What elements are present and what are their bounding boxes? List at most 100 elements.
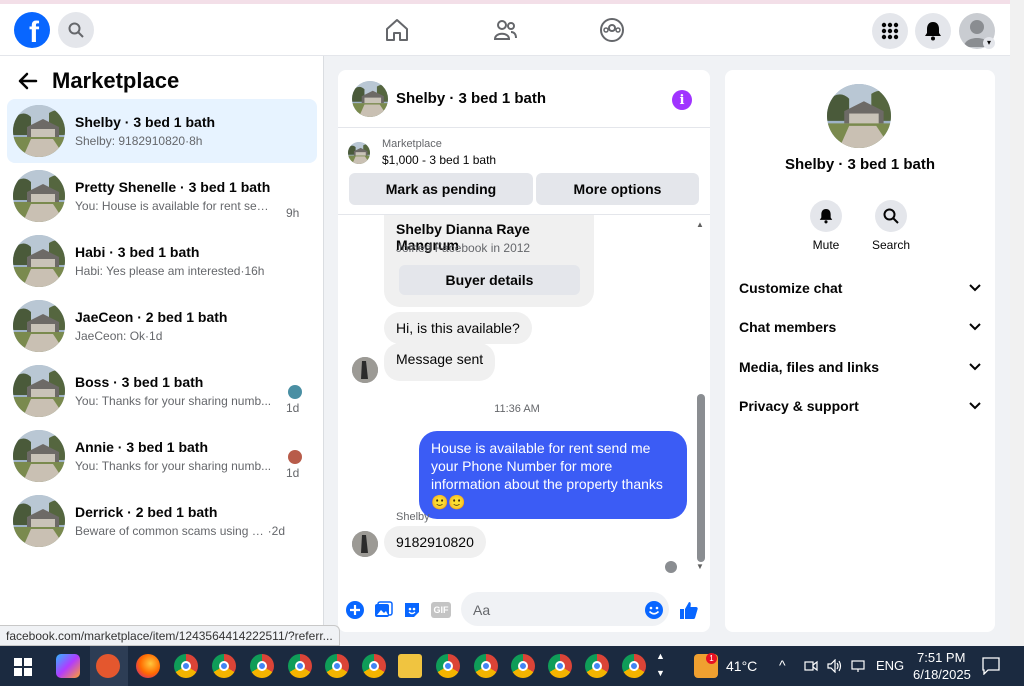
windows-start-icon[interactable] [14, 658, 32, 676]
chat-thumbnail[interactable] [352, 80, 388, 117]
conversation-title: Boss · 3 bed 1 bath [75, 374, 204, 390]
listing-summary[interactable]: Marketplace $1,000 - 3 bed 1 bath [348, 138, 496, 167]
chrome-icon[interactable] [250, 654, 274, 678]
notifications-button[interactable] [915, 13, 951, 49]
marketplace-header: Marketplace [18, 68, 179, 94]
chat-scrollbar[interactable]: ▲ ▼ [695, 220, 707, 571]
conversation-thumbnail [13, 495, 65, 547]
search-button[interactable] [58, 12, 94, 48]
sticker-icon[interactable] [402, 600, 422, 620]
chrome-icon[interactable] [622, 654, 646, 678]
gif-icon[interactable]: GIF [431, 602, 451, 618]
details-section[interactable]: Customize chat [739, 280, 981, 296]
buyer-card: Shelby Dianna Raye Mangrum Joined Facebo… [384, 215, 594, 307]
details-section-label: Media, files and links [739, 359, 880, 375]
mark-as-pending-button[interactable]: Mark as pending [349, 173, 533, 205]
search-conversation-button[interactable]: Search [861, 200, 921, 252]
chat-window: Shelby · 3 bed 1 bath i Marketplace $1,0… [338, 70, 710, 632]
conversation-time: 1d [149, 329, 163, 343]
conversation-item[interactable]: JaeCeon · 2 bed 1 bath JaeCeon: Ok · 1d [7, 294, 317, 358]
meet-now-icon[interactable] [804, 659, 818, 673]
bell-icon [819, 209, 833, 224]
details-section-label: Chat members [739, 319, 837, 335]
details-section-label: Privacy & support [739, 398, 859, 414]
info-icon[interactable]: i [672, 90, 692, 110]
friends-icon[interactable] [492, 17, 518, 43]
show-hidden-icons-icon[interactable]: ^ [779, 657, 786, 673]
temperature[interactable]: 41°C [726, 658, 757, 674]
details-section[interactable]: Chat members [739, 319, 981, 335]
conversation-item[interactable]: Boss · 3 bed 1 bath You: Thanks for your … [7, 359, 317, 423]
listing-photo[interactable] [827, 84, 891, 148]
conversation-time: 2d [271, 524, 285, 538]
sender-avatar[interactable] [352, 531, 378, 557]
chrome-icon[interactable] [436, 654, 460, 678]
windows-taskbar: ▲ ▼ 1 41°C ^ ENG 7:51 PM 6/18/2025 [0, 646, 1024, 686]
conversation-time: 1d [286, 401, 300, 415]
incoming-message: 9182910820 [384, 526, 486, 558]
buyer-details-button[interactable]: Buyer details [399, 265, 580, 295]
chrome-icon[interactable] [325, 654, 349, 678]
chrome-icon[interactable] [362, 654, 386, 678]
chrome-icon[interactable] [288, 654, 312, 678]
conversation-thumbnail [13, 235, 65, 287]
incoming-message: Message sent [384, 343, 496, 381]
conversation-thumbnail [13, 365, 65, 417]
details-section[interactable]: Privacy & support [739, 398, 981, 414]
conversation-item[interactable]: Derrick · 2 bed 1 bath Beware of common s… [7, 489, 317, 553]
clock-date[interactable]: 6/18/2025 [913, 667, 971, 682]
menu-button[interactable] [872, 13, 908, 49]
chrome-icon[interactable] [548, 654, 572, 678]
page-title: Marketplace [52, 68, 180, 93]
emoji-icon[interactable] [644, 600, 664, 620]
network-icon[interactable] [851, 659, 867, 673]
file-explorer-icon[interactable] [398, 654, 422, 678]
conversation-preview: Habi: Yes please am interested [75, 264, 241, 278]
conversation-item[interactable]: Shelby · 3 bed 1 bath Shelby: 9182910820 … [7, 99, 317, 163]
like-icon[interactable] [679, 600, 699, 620]
clock-time[interactable]: 7:51 PM [917, 650, 965, 665]
message-composer: GIF Aa [338, 590, 710, 632]
chevron-down-icon[interactable]: ▾ [983, 37, 995, 49]
scroll-down-icon[interactable]: ▼ [696, 562, 704, 571]
chrome-icon[interactable] [511, 654, 535, 678]
taskbar-overflow-icon[interactable]: ▲ ▼ [656, 648, 665, 682]
search-label: Search [871, 238, 911, 252]
photo-icon[interactable] [373, 600, 393, 620]
page-scrollbar[interactable] [1010, 0, 1024, 646]
incoming-message: Hi, is this available? [384, 312, 532, 344]
chrome-icon[interactable] [212, 654, 236, 678]
copilot-icon[interactable] [56, 654, 80, 678]
chrome-icon[interactable] [585, 654, 609, 678]
bell-icon [925, 22, 941, 41]
mute-label: Mute [812, 238, 840, 252]
chevron-down-icon [969, 323, 981, 331]
conversation-item[interactable]: Habi · 3 bed 1 bath Habi: Yes please am i… [7, 229, 317, 293]
plus-icon[interactable] [345, 600, 365, 620]
chat-title[interactable]: Shelby · 3 bed 1 bath [396, 90, 546, 107]
firefox-icon[interactable] [136, 654, 160, 678]
chrome-icon[interactable] [174, 654, 198, 678]
chrome-icon[interactable] [474, 654, 498, 678]
message-input[interactable]: Aa [461, 592, 669, 626]
conversation-preview: You: Thanks for your sharing numb... [75, 459, 272, 473]
mute-button[interactable]: Mute [796, 200, 856, 252]
home-icon[interactable] [384, 17, 410, 43]
conversation-item[interactable]: Pretty Shenelle · 3 bed 1 bath You: House… [7, 164, 317, 228]
conversation-list-pane: Marketplace Shelby · 3 bed 1 bath Shelby:… [0, 56, 324, 646]
facebook-logo[interactable]: f [14, 12, 50, 48]
conversation-item[interactable]: Annie · 3 bed 1 bath You: Thanks for your… [7, 424, 317, 488]
app-icon[interactable] [96, 654, 120, 678]
back-arrow-icon[interactable] [18, 72, 38, 90]
notification-center-icon[interactable] [982, 657, 1000, 675]
chat-details-pane: Shelby · 3 bed 1 bath Mute Search Custom… [725, 70, 995, 632]
groups-icon[interactable] [599, 17, 625, 43]
scroll-up-icon[interactable]: ▲ [696, 220, 704, 229]
language-indicator[interactable]: ENG [876, 658, 904, 673]
scroll-thumb[interactable] [697, 394, 705, 562]
sender-avatar[interactable] [352, 357, 378, 383]
conversation-time: 1d [286, 466, 300, 480]
speaker-icon[interactable] [827, 659, 843, 673]
details-section[interactable]: Media, files and links [739, 359, 981, 375]
more-options-button[interactable]: More options [536, 173, 699, 205]
